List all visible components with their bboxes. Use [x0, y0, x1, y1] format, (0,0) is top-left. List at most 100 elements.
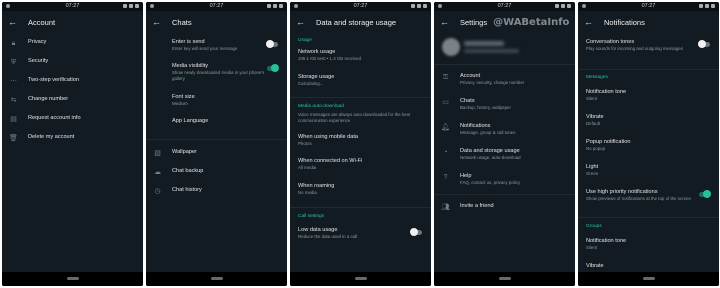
- back-arrow-icon[interactable]: ←: [152, 17, 164, 27]
- app-bar: ← Settings @WABetaInfo: [434, 11, 575, 33]
- status-bar: 07:27: [290, 2, 431, 11]
- item-label: Popup notification: [586, 139, 631, 145]
- home-pill[interactable]: [642, 277, 655, 280]
- item-label: Vibrate: [586, 114, 604, 120]
- section-header-groups: Groups: [586, 224, 602, 229]
- divider: [578, 69, 719, 70]
- item-label: Privacy: [28, 39, 47, 45]
- chats-screen: 07:27 ← Chats Enter is send Enter key wil…: [146, 2, 287, 286]
- home-pill[interactable]: [354, 277, 367, 280]
- back-arrow-icon[interactable]: ←: [584, 17, 596, 27]
- item-label: Wallpaper: [172, 149, 197, 155]
- item-label: Security: [28, 58, 49, 64]
- status-time: 07:27: [641, 3, 656, 9]
- nav-bar: [434, 272, 575, 286]
- document-icon: ▤: [10, 116, 17, 123]
- item-sublabel: Network usage, auto-download: [460, 155, 521, 160]
- item-sublabel: Show newly downloaded media in your phon…: [172, 70, 265, 81]
- data-storage-screen: 07:27 ← Data and storage usage Usage Net…: [290, 2, 431, 286]
- item-label: Data and storage usage: [460, 148, 520, 154]
- nav-bar: [146, 272, 287, 286]
- app-bar: ← Account: [2, 11, 143, 33]
- settings-screen: 07:27 ← Settings @WABetaInfo ⚿ Account Pri…: [434, 2, 575, 286]
- high-priority-toggle[interactable]: [699, 190, 711, 198]
- divider: [290, 207, 431, 208]
- item-label: Invite a friend: [460, 203, 494, 209]
- trash-icon: 🗑︎: [9, 135, 18, 142]
- divider: [434, 64, 575, 65]
- people-icon: 👥︎: [441, 204, 450, 211]
- item-sublabel: Medium: [172, 101, 188, 106]
- section-header-call: Call settings: [298, 214, 325, 219]
- section-header-usage: Usage: [298, 38, 312, 43]
- key-icon: ⚿: [442, 74, 449, 81]
- item-sublabel: Silent: [586, 245, 597, 250]
- item-sublabel: Calculating...: [298, 81, 324, 86]
- nav-bar: [2, 272, 143, 286]
- page-title: Chats: [172, 17, 192, 27]
- item-label: Delete my account: [28, 134, 75, 140]
- low-data-usage-toggle[interactable]: [410, 228, 422, 236]
- section-header-messages: Messages: [586, 75, 608, 80]
- item-label: Request account info: [28, 115, 81, 121]
- app-bar: ← Notifications: [578, 11, 719, 33]
- item-label: Notification tone: [586, 238, 627, 244]
- enter-is-send-toggle[interactable]: [266, 40, 278, 48]
- home-pill[interactable]: [498, 277, 511, 280]
- item-sublabel: Photos: [298, 141, 312, 146]
- divider: [434, 194, 575, 195]
- item-label: When using mobile data: [298, 134, 359, 140]
- item-sublabel: Default: [586, 121, 600, 126]
- item-label: Storage usage: [298, 74, 335, 80]
- divider: [578, 217, 719, 218]
- item-label: Account: [460, 73, 481, 79]
- divider: [146, 139, 287, 140]
- item-sublabel: Voice messages are always auto-downloade…: [298, 112, 411, 123]
- page-title: Data and storage usage: [316, 17, 397, 27]
- status-time: 07:27: [209, 3, 224, 9]
- profile-avatar[interactable]: [442, 38, 460, 56]
- app-bar: ← Data and storage usage: [290, 11, 431, 33]
- lock-icon: 🔒︎: [11, 40, 16, 47]
- notifications-screen: 07:27 ← Notifications Conversation tones…: [578, 2, 719, 286]
- item-label: When connected on Wi-Fi: [298, 158, 363, 164]
- item-label: Chat backup: [172, 168, 204, 174]
- item-label: Vibrate: [586, 263, 604, 269]
- item-label: Notification tone: [586, 89, 627, 95]
- item-sublabel: Backup, history, wallpaper: [460, 105, 511, 110]
- shield-icon: ⛨: [10, 59, 17, 66]
- item-sublabel: 105.1 KB sent • 1.3 GB received: [298, 56, 362, 61]
- app-bar: ← Chats: [146, 11, 287, 33]
- item-label: Two-step verification: [28, 77, 79, 83]
- conversation-tones-toggle[interactable]: [698, 40, 710, 48]
- item-label: Conversation tones: [586, 39, 635, 45]
- item-sublabel: FAQ, contact us, privacy policy: [460, 180, 521, 185]
- back-arrow-icon[interactable]: ←: [440, 17, 452, 27]
- item-label: Light: [586, 164, 599, 170]
- item-label: Low data usage: [298, 227, 338, 233]
- item-label: Chats: [460, 98, 475, 104]
- item-sublabel: Show previews of notifications at the to…: [586, 196, 691, 201]
- history-icon: ◷: [154, 188, 161, 195]
- status-bar: 07:27: [146, 2, 287, 11]
- item-label: Media visibility: [172, 63, 209, 69]
- profile-name: [464, 41, 504, 46]
- item-label: When roaming: [298, 183, 335, 189]
- home-pill[interactable]: [66, 277, 79, 280]
- item-label: Network usage: [298, 49, 336, 55]
- back-arrow-icon[interactable]: ←: [8, 17, 20, 27]
- item-sublabel: No media: [298, 190, 317, 195]
- item-sublabel: Message, group & call tones: [460, 130, 516, 135]
- back-arrow-icon[interactable]: ←: [296, 17, 308, 27]
- home-pill[interactable]: [210, 277, 223, 280]
- page-title: Notifications: [604, 17, 645, 27]
- page-title: Account: [28, 17, 56, 27]
- wallpaper-icon: ▧: [154, 150, 161, 157]
- item-label: Chat history: [172, 187, 202, 193]
- item-sublabel: Privacy, security, change number: [460, 80, 525, 85]
- nav-bar: [290, 272, 431, 286]
- item-sublabel: Play sounds for incoming and outgoing me…: [586, 46, 683, 51]
- item-label: Help: [460, 173, 472, 179]
- divider: [290, 97, 431, 98]
- media-visibility-toggle[interactable]: [267, 64, 279, 72]
